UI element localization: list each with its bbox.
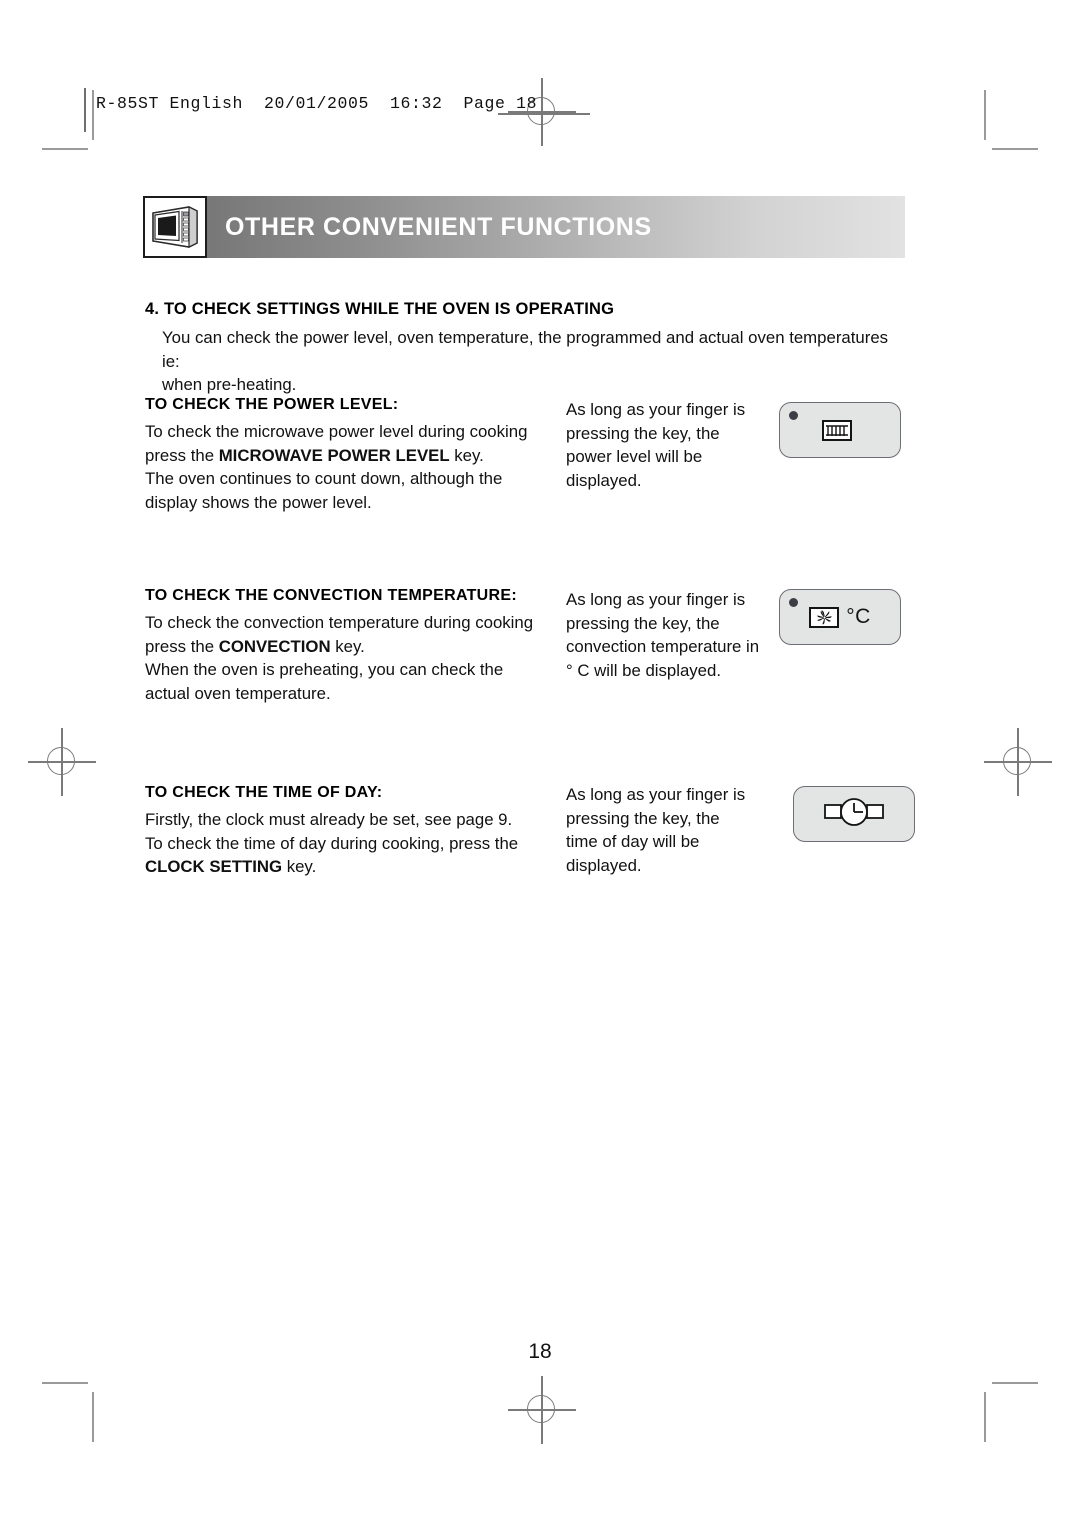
subheading-power-level: TO CHECK THE POWER LEVEL: (145, 396, 399, 413)
section-banner: OTHER CONVENIENT FUNCTIONS (143, 196, 905, 258)
crop-mark-bottom-right-vertical (984, 1392, 986, 1442)
power-level-note-line-1: As long as your finger is (566, 400, 746, 419)
crop-mark-top-right-horizontal (992, 148, 1038, 150)
convection-key-label: °C (846, 605, 871, 628)
convection-note-line-3: convection temperature in (566, 637, 760, 656)
header-dash (498, 113, 590, 115)
convection-body: To check the convection temperature duri… (145, 611, 565, 705)
convection-key[interactable]: °C (779, 589, 901, 645)
registration-mark-right (984, 728, 1052, 796)
banner-title: OTHER CONVENIENT FUNCTIONS (225, 212, 652, 241)
convection-line-1: To check the convection temperature duri… (145, 613, 534, 632)
convection-note: As long as your finger is pressing the k… (566, 588, 781, 682)
time-of-day-note-line-3: time of day will be (566, 832, 700, 851)
microwave-power-level-key[interactable] (779, 402, 901, 458)
convection-line-4: actual oven temperature. (145, 683, 331, 703)
power-level-line-1: To check the microwave power level durin… (145, 422, 528, 441)
time-of-day-body: Firstly, the clock must already be set, … (145, 808, 565, 879)
time-of-day-note-line-2: pressing the key, the (566, 808, 720, 828)
page-number: 18 (528, 1340, 552, 1363)
section-intro-line-2: when pre-heating. (162, 375, 297, 394)
header-rule (84, 88, 86, 132)
section-intro: You can check the power level, oven temp… (162, 326, 910, 397)
crop-mark-top-left-horizontal (42, 148, 88, 150)
microwave-oven-icon (143, 196, 207, 258)
power-level-note-line-2: pressing the key, the (566, 423, 720, 443)
power-level-line-4: display shows the power level. (145, 492, 372, 512)
convection-fan-icon (809, 606, 840, 628)
convection-line-3: When the oven is preheating, you can che… (145, 660, 504, 679)
crop-mark-bottom-left-vertical (92, 1392, 94, 1442)
power-level-bold-key: MICROWAVE POWER LEVEL (218, 445, 450, 465)
power-level-note-line-4: displayed. (566, 470, 642, 490)
time-of-day-note-line-1: As long as your finger is (566, 785, 746, 804)
time-of-day-line-3: CLOCK SETTING key. (145, 857, 317, 876)
microwave-oven-icon-svg (152, 206, 198, 248)
page-title: 4. TO CHECK SETTINGS WHILE THE OVEN IS O… (145, 300, 615, 318)
subheading-time-of-day: TO CHECK THE TIME OF DAY: (145, 784, 383, 801)
time-of-day-note: As long as your finger is pressing the k… (566, 783, 776, 877)
convection-line-2: press the CONVECTION key. (145, 636, 365, 656)
convection-bold-key: CONVECTION (218, 636, 331, 656)
crop-mark-bottom-left-horizontal (42, 1382, 88, 1384)
power-level-line-2: press the MICROWAVE POWER LEVEL key. (145, 445, 484, 465)
crop-mark-top-right-vertical (984, 90, 986, 140)
convection-note-line-1: As long as your finger is (566, 590, 746, 609)
microwave-power-icon (821, 419, 852, 441)
time-of-day-line-1: Firstly, the clock must already be set, … (145, 810, 513, 829)
convection-note-line-4: ° C will be displayed. (566, 660, 722, 680)
convection-note-line-2: pressing the key, the (566, 613, 720, 633)
clock-setting-key[interactable] (793, 786, 915, 842)
crop-mark-bottom-right-horizontal (992, 1382, 1038, 1384)
time-of-day-line-2: To check the time of day during cooking,… (145, 833, 519, 853)
microwave-power-icon-svg (825, 424, 848, 436)
clock-watch-icon (823, 795, 885, 834)
power-level-body: To check the microwave power level durin… (145, 420, 565, 514)
clock-watch-icon-svg (824, 797, 884, 826)
power-level-note: As long as your finger is pressing the k… (566, 398, 776, 492)
convection-fan-icon-svg (816, 609, 832, 624)
crop-mark-top-left-vertical (92, 90, 94, 140)
print-header-text: R-85ST English 20/01/2005 16:32 Page 18 (96, 94, 538, 113)
registration-mark-bottom-center (508, 1376, 576, 1444)
subheading-convection-temperature: TO CHECK THE CONVECTION TEMPERATURE: (145, 587, 517, 604)
section-intro-line-1: You can check the power level, oven temp… (162, 328, 889, 371)
registration-mark-left (28, 728, 96, 796)
power-level-line-3: The oven continues to count down, althou… (145, 469, 503, 488)
time-of-day-bold-key: CLOCK SETTING (145, 857, 283, 876)
power-level-note-line-3: power level will be (566, 447, 703, 466)
time-of-day-note-line-4: displayed. (566, 855, 642, 875)
